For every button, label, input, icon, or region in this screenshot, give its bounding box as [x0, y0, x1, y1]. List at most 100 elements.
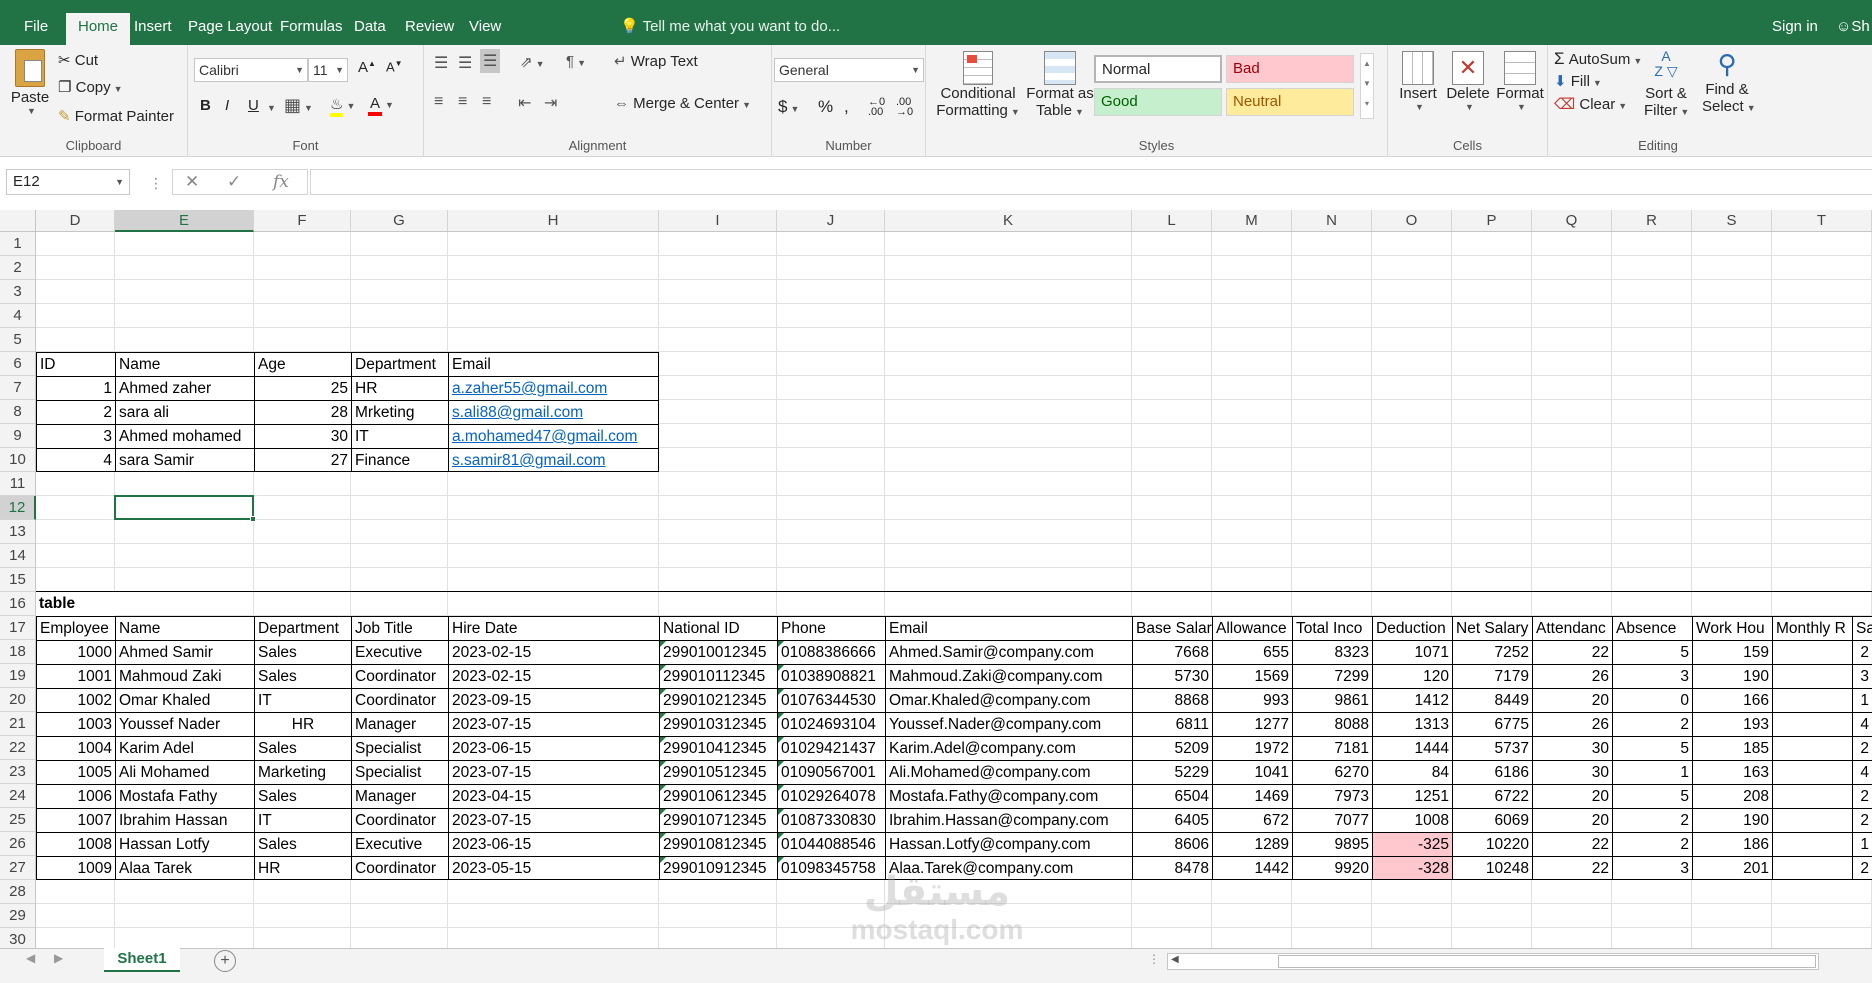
table2-cell[interactable]: 1008 — [1372, 808, 1452, 832]
table2-cell[interactable] — [1852, 760, 1872, 784]
table2-cell[interactable]: 8449 — [1452, 688, 1532, 712]
row-header[interactable]: 15 — [0, 568, 36, 592]
table2-cell[interactable]: 5209 — [1132, 736, 1212, 760]
decrease-font-icon[interactable]: A▼ — [386, 59, 403, 74]
table2-cell[interactable]: 1041 — [1212, 760, 1292, 784]
table2-cell[interactable]: Ali Mohamed — [115, 760, 254, 784]
table2-cell[interactable]: 299010412345 — [659, 736, 777, 760]
table2-cell[interactable]: 201 — [1692, 856, 1772, 880]
table2-cell[interactable]: 299010512345 — [659, 760, 777, 784]
table2-cell[interactable]: 2023-09-15 — [448, 688, 659, 712]
table2-cell[interactable]: Mahmoud.Zaki@company.com — [885, 664, 1132, 688]
table2-cell[interactable]: 6270 — [1292, 760, 1372, 784]
table2-cell[interactable]: 2 — [1612, 832, 1692, 856]
table2-cell[interactable]: 299010312345 — [659, 712, 777, 736]
middle-align-icon[interactable]: ☰ — [458, 53, 472, 73]
table2-cell[interactable]: 9920 — [1292, 856, 1372, 880]
table2-cell[interactable]: Specialist — [351, 760, 448, 784]
table2-cell[interactable]: 6811 — [1132, 712, 1212, 736]
table2-cell[interactable]: 6722 — [1452, 784, 1532, 808]
table2-cell[interactable]: 208 — [1692, 784, 1772, 808]
table2-header[interactable]: National ID — [659, 616, 777, 640]
table2-cell[interactable]: 1002 — [36, 688, 115, 712]
column-header[interactable]: J — [777, 210, 885, 232]
row-header[interactable]: 29 — [0, 904, 36, 928]
table2-cell[interactable]: 7181 — [1292, 736, 1372, 760]
row-header[interactable]: 20 — [0, 688, 36, 712]
table2-cell[interactable]: 2023-06-15 — [448, 832, 659, 856]
table2-cell[interactable]: 30 — [1532, 760, 1612, 784]
italic-button[interactable]: I — [225, 97, 229, 114]
table2-cell[interactable] — [1852, 784, 1872, 808]
table1-cell[interactable]: 30 — [254, 424, 351, 448]
table2-cell[interactable]: IT — [254, 688, 351, 712]
table2-header[interactable]: Email — [885, 616, 1132, 640]
row-header[interactable]: 7 — [0, 376, 36, 400]
table2-cell[interactable]: 10248 — [1452, 856, 1532, 880]
table2-cell[interactable]: 1469 — [1212, 784, 1292, 808]
table2-cell[interactable]: Sales — [254, 832, 351, 856]
column-header[interactable]: E — [115, 210, 254, 232]
table2-cell[interactable]: Youssef Nader — [115, 712, 254, 736]
column-header[interactable]: M — [1212, 210, 1292, 232]
table2-cell[interactable]: 01090567001 — [777, 760, 885, 784]
email-link[interactable]: a.zaher55@gmail.com — [448, 376, 659, 400]
table2-cell[interactable]: 20 — [1532, 784, 1612, 808]
table1-header[interactable]: Name — [115, 352, 254, 376]
table2-cell[interactable]: 299010812345 — [659, 832, 777, 856]
table2-cell[interactable]: 655 — [1212, 640, 1292, 664]
table2-cell[interactable] — [1852, 640, 1872, 664]
table2-header[interactable]: Allowance — [1212, 616, 1292, 640]
row-header[interactable]: 16 — [0, 592, 36, 616]
table2-cell[interactable] — [1852, 856, 1872, 880]
table2-cell[interactable]: 20 — [1532, 688, 1612, 712]
increase-indent-icon[interactable]: ⇥ — [544, 93, 557, 113]
align-left-icon[interactable]: ≡ — [434, 93, 443, 111]
comma-icon[interactable]: , — [844, 97, 849, 117]
currency-icon[interactable]: $ ▼ — [778, 97, 799, 117]
row-header[interactable]: 22 — [0, 736, 36, 760]
align-center-icon[interactable]: ≡ — [458, 93, 467, 111]
column-header[interactable]: F — [254, 210, 351, 232]
table2-cell[interactable] — [1852, 808, 1872, 832]
table2-cell[interactable]: 01044088546 — [777, 832, 885, 856]
column-header[interactable]: D — [36, 210, 115, 232]
table2-cell[interactable]: Ibrahim Hassan — [115, 808, 254, 832]
column-header[interactable]: Q — [1532, 210, 1612, 232]
table1-cell[interactable]: sara ali — [115, 400, 254, 424]
orientation-icon[interactable]: ⇗ ▼ — [520, 53, 545, 71]
row-header[interactable]: 2 — [0, 256, 36, 280]
table2-cell[interactable]: 193 — [1692, 712, 1772, 736]
table2-cell[interactable]: Mostafa Fathy — [115, 784, 254, 808]
scroll-left-icon[interactable]: ◀ — [26, 951, 35, 965]
table1-cell[interactable]: Mrketing — [351, 400, 448, 424]
delete-cells-button[interactable]: ✕ Delete ▼ — [1444, 51, 1492, 112]
cut-button[interactable]: ✂ Cut — [58, 51, 98, 69]
table1-cell[interactable]: 25 — [254, 376, 351, 400]
table2-cell[interactable]: 1001 — [36, 664, 115, 688]
row-header[interactable]: 12 — [0, 496, 36, 520]
font-size-dropdown[interactable]: 11 ▼ — [308, 58, 348, 82]
fill-handle[interactable] — [250, 516, 256, 522]
table2-cell[interactable]: Marketing — [254, 760, 351, 784]
table2-header[interactable]: Total Inco — [1292, 616, 1372, 640]
table1-header[interactable]: Email — [448, 352, 659, 376]
table-caption[interactable]: table — [36, 592, 115, 616]
decrease-decimal-icon[interactable]: .00 →0 — [896, 97, 913, 118]
style-neutral[interactable]: Neutral — [1226, 88, 1354, 116]
table2-cell[interactable]: 299010112345 — [659, 664, 777, 688]
table2-cell[interactable]: 1972 — [1212, 736, 1292, 760]
table2-cell[interactable]: 1005 — [36, 760, 115, 784]
table2-cell[interactable]: 1004 — [36, 736, 115, 760]
table2-cell[interactable]: 5 — [1612, 736, 1692, 760]
enter-icon[interactable]: ✓ — [227, 172, 241, 192]
table2-cell[interactable]: 0 — [1612, 688, 1692, 712]
table2-cell[interactable]: 1444 — [1372, 736, 1452, 760]
table2-cell[interactable]: 190 — [1692, 664, 1772, 688]
row-header[interactable]: 17 — [0, 616, 36, 640]
table2-cell[interactable]: 01076344530 — [777, 688, 885, 712]
row-header[interactable]: 25 — [0, 808, 36, 832]
merge-center-button[interactable]: ⇔ Merge & Center ▼ — [614, 95, 751, 112]
table1-header[interactable]: Department — [351, 352, 448, 376]
table1-header[interactable]: ID — [36, 352, 115, 376]
